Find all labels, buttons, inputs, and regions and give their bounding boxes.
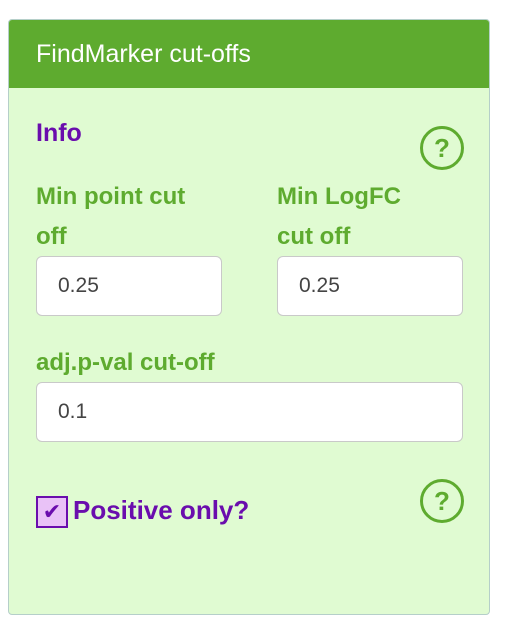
panel-header-title: FindMarker cut-offs [9, 20, 489, 88]
adj-pval-label: adj.p-val cut-off [36, 349, 215, 376]
min-logfc-cutoff-input[interactable] [277, 256, 463, 316]
adj-pval-cutoff-input[interactable] [36, 382, 463, 442]
positive-only-checkbox[interactable]: ✔ [36, 496, 68, 528]
help-icon[interactable]: ? [420, 126, 464, 170]
checkmark-icon: ✔ [42, 499, 62, 524]
findmarker-panel: FindMarker cut-offs Info ? Min point cut… [8, 19, 490, 615]
help-icon-positive-only[interactable]: ? [420, 479, 464, 523]
min-logfc-label-line2: cut off [277, 223, 351, 250]
section-title-info: Info [36, 119, 82, 147]
min-point-label-line2: off [36, 223, 67, 250]
positive-only-label[interactable]: Positive only? [73, 492, 249, 528]
min-logfc-label-line1: Min LogFC [277, 183, 401, 210]
min-point-cutoff-input[interactable] [36, 256, 222, 316]
min-point-label-line1: Min point cut [36, 183, 186, 210]
